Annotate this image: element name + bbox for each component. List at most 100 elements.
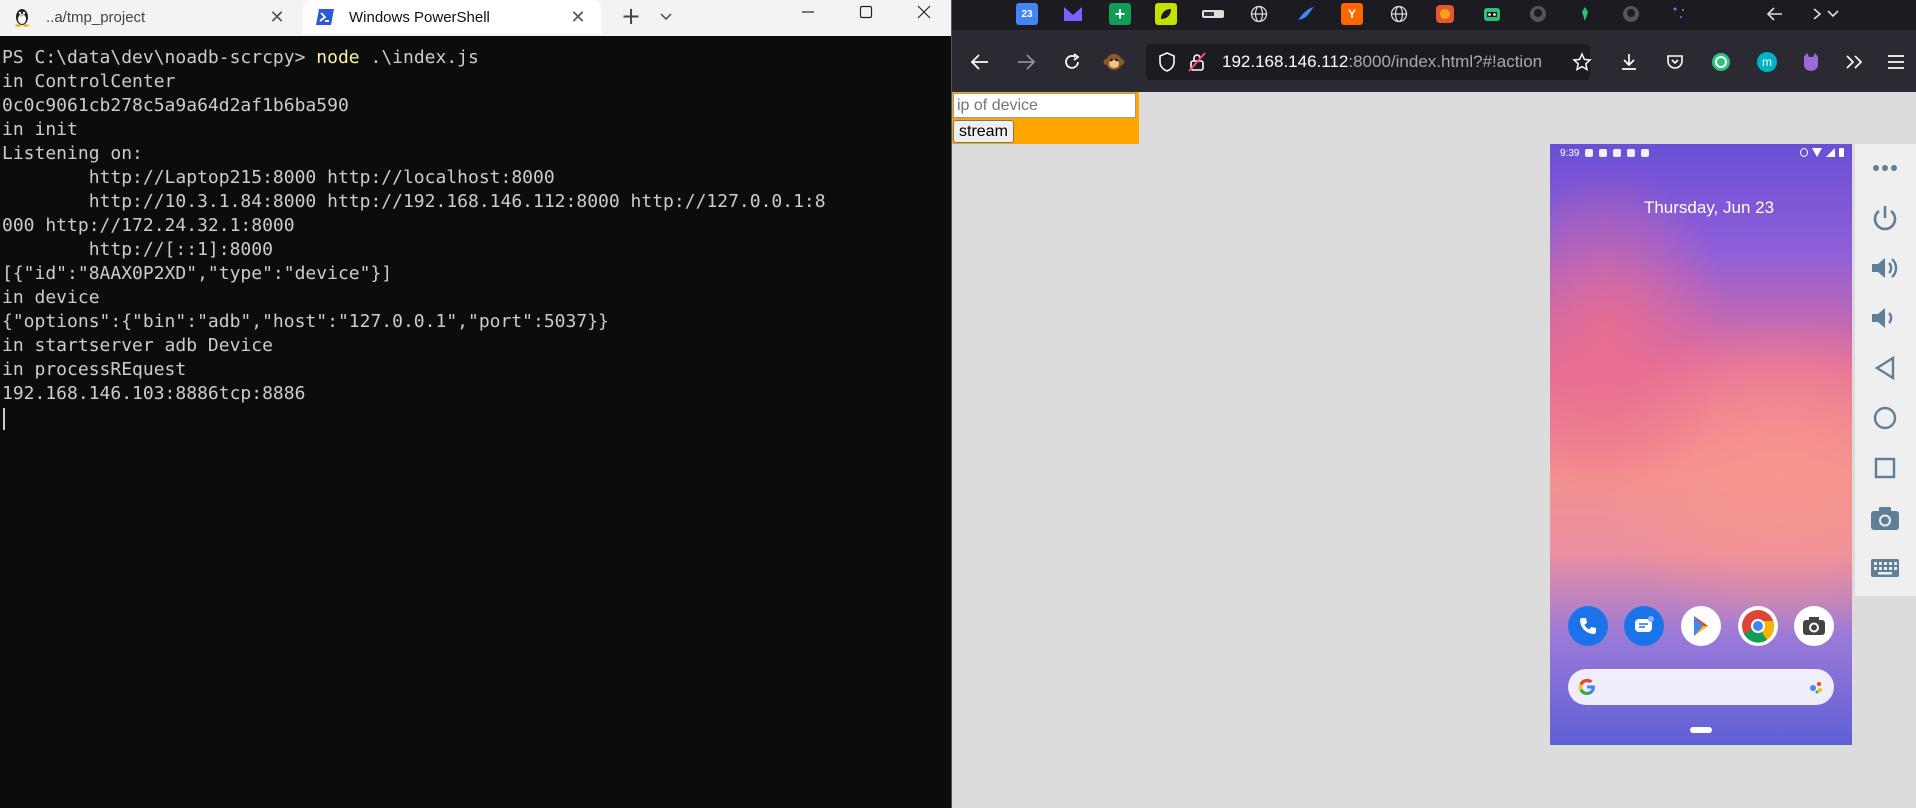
- power-icon[interactable]: [1867, 200, 1903, 236]
- chevron-down-icon[interactable]: [656, 6, 676, 26]
- output-line: http://10.3.1.84:8000 http://192.168.146…: [2, 191, 826, 212]
- messages-app-icon[interactable]: [1624, 606, 1664, 646]
- github-icon[interactable]: [1527, 3, 1549, 25]
- phone-screen-mirror[interactable]: 9:39 Thursday, Jun 23: [1550, 144, 1852, 745]
- y-icon[interactable]: Y: [1341, 3, 1363, 25]
- github-icon[interactable]: [1620, 3, 1642, 25]
- chrome-icon[interactable]: [1738, 606, 1778, 646]
- output-line: 000 http://172.24.32.1:8000: [2, 215, 295, 236]
- output-line: {"options":{"bin":"adb","host":"127.0.0.…: [2, 311, 609, 332]
- badge-icon[interactable]: [1202, 3, 1224, 25]
- output-line: http://Laptop215:8000 http://localhost:8…: [2, 167, 555, 188]
- wifi-icon: [1812, 148, 1822, 157]
- globe-icon[interactable]: [1248, 3, 1270, 25]
- output-line: in ControlCenter: [2, 71, 176, 92]
- pinwheel-icon[interactable]: [1434, 3, 1456, 25]
- phone-clock: 9:39: [1560, 147, 1580, 159]
- mail-icon[interactable]: [1062, 3, 1084, 25]
- output-line: in init: [2, 119, 78, 140]
- sparkle-icon[interactable]: [1667, 3, 1689, 25]
- url-path: :8000/index.html?#!action: [1348, 52, 1543, 71]
- reload-icon[interactable]: [1056, 46, 1088, 78]
- output-line: in device: [2, 287, 100, 308]
- output-line: http://[::1]:8000: [2, 239, 273, 260]
- maximize-button[interactable]: [839, 0, 893, 24]
- close-icon[interactable]: ✕: [268, 7, 286, 27]
- back-icon[interactable]: [1867, 350, 1903, 386]
- m-extension-icon[interactable]: m: [1751, 46, 1783, 78]
- screenshot-icon[interactable]: [1867, 500, 1903, 536]
- alien-icon[interactable]: [1574, 3, 1596, 25]
- tab-tmp-project[interactable]: ..a/tmp_project ✕: [0, 0, 300, 34]
- output-line: 0c0c9061cb278c5a9a64d2af1b6ba590: [2, 95, 349, 116]
- command-args: .\index.js: [359, 47, 479, 68]
- text-cursor: [3, 408, 5, 430]
- shield-icon[interactable]: [1158, 52, 1176, 76]
- tab-windows-powershell[interactable]: Windows PowerShell ✕: [303, 0, 601, 34]
- web-page: stream 9:39 Thursday, Jun 23: [952, 92, 1916, 808]
- address-bar[interactable]: 192.168.146.112:8000/index.html?#!action: [1146, 44, 1590, 80]
- home-gesture-pill[interactable]: [1690, 727, 1712, 733]
- terminal-window: ..a/tmp_project ✕ Windows PowerShell ✕ +…: [0, 0, 951, 808]
- overflow-chevron-icon[interactable]: [1838, 46, 1870, 78]
- close-icon[interactable]: ✕: [569, 7, 587, 27]
- notification-icon: [1627, 149, 1636, 157]
- globe-icon[interactable]: [1388, 3, 1410, 25]
- back-arrow-icon[interactable]: [964, 46, 996, 78]
- svg-text:m: m: [1762, 55, 1772, 69]
- play-store-icon[interactable]: [1681, 606, 1721, 646]
- keyboard-icon[interactable]: [1867, 550, 1903, 586]
- command-name: node: [316, 47, 360, 68]
- star-icon[interactable]: [1566, 46, 1598, 78]
- sync-extension-icon[interactable]: [1705, 46, 1737, 78]
- overview-icon[interactable]: [1867, 450, 1903, 486]
- hamburger-menu-icon[interactable]: [1880, 46, 1912, 78]
- notification-icon: [1641, 149, 1650, 157]
- monkey-extension-icon[interactable]: [1098, 46, 1130, 78]
- more-icon[interactable]: [1867, 150, 1903, 186]
- terminal-output[interactable]: PS C:\data\dev\noadb-scrcpy> node .\inde…: [0, 36, 951, 808]
- powershell-icon: [315, 7, 335, 27]
- url-text: 192.168.146.112:8000/index.html?#!action: [1222, 52, 1580, 72]
- robot-icon[interactable]: [1481, 3, 1503, 25]
- ip-address-input[interactable]: [953, 93, 1136, 118]
- close-window-button[interactable]: [897, 0, 951, 24]
- device-control-sidebar: [1855, 144, 1916, 596]
- volume-down-icon[interactable]: [1867, 300, 1903, 336]
- linux-penguin-icon: [12, 7, 32, 27]
- signal-icon: [1826, 148, 1835, 157]
- bookmarks-toolbar: 23 + Y: [952, 0, 1916, 30]
- more-icon[interactable]: [1810, 3, 1844, 25]
- camera-app-icon[interactable]: [1794, 606, 1834, 646]
- forward-arrow-icon[interactable]: [1010, 46, 1042, 78]
- plus-icon[interactable]: +: [1109, 3, 1131, 25]
- output-line: [{"id":"8AAX0P2XD","type":"device"}]: [2, 263, 393, 284]
- lockscreen-date: Thursday, Jun 23: [1643, 198, 1775, 217]
- insecure-lock-icon[interactable]: [1188, 52, 1206, 76]
- pocket-icon[interactable]: [1659, 46, 1691, 78]
- google-search-bar[interactable]: [1568, 669, 1834, 705]
- bird-icon[interactable]: [1295, 3, 1317, 25]
- download-icon[interactable]: [1613, 46, 1645, 78]
- output-line: in processREquest: [2, 359, 187, 380]
- prompt-line: PS C:\data\dev\noadb-scrcpy> node .\inde…: [2, 46, 951, 70]
- octocat-extension-icon[interactable]: [1795, 46, 1827, 78]
- navigation-toolbar: 192.168.146.112:8000/index.html?#!action…: [952, 30, 1916, 92]
- calendar-icon[interactable]: 23: [1016, 3, 1038, 25]
- google-g-icon: [1577, 677, 1597, 701]
- browser-window: 23 + Y 192.168.146.112:8000/index.html?#…: [952, 0, 1916, 808]
- home-icon[interactable]: [1867, 400, 1903, 436]
- leaf-icon[interactable]: [1155, 3, 1177, 25]
- url-host: 192.168.146.112: [1222, 52, 1349, 71]
- back-icon[interactable]: [1764, 3, 1786, 25]
- phone-app-icon[interactable]: [1568, 606, 1608, 646]
- output-line: in startserver adb Device: [2, 335, 273, 356]
- new-tab-button[interactable]: +: [618, 4, 644, 30]
- assistant-icon[interactable]: [1808, 679, 1824, 699]
- minimize-button[interactable]: [781, 0, 835, 24]
- notification-icon: [1585, 149, 1594, 157]
- stream-control-panel: stream: [952, 92, 1139, 144]
- stream-button[interactable]: stream: [953, 120, 1014, 143]
- output-line: Listening on:: [2, 143, 143, 164]
- volume-up-icon[interactable]: [1867, 250, 1903, 286]
